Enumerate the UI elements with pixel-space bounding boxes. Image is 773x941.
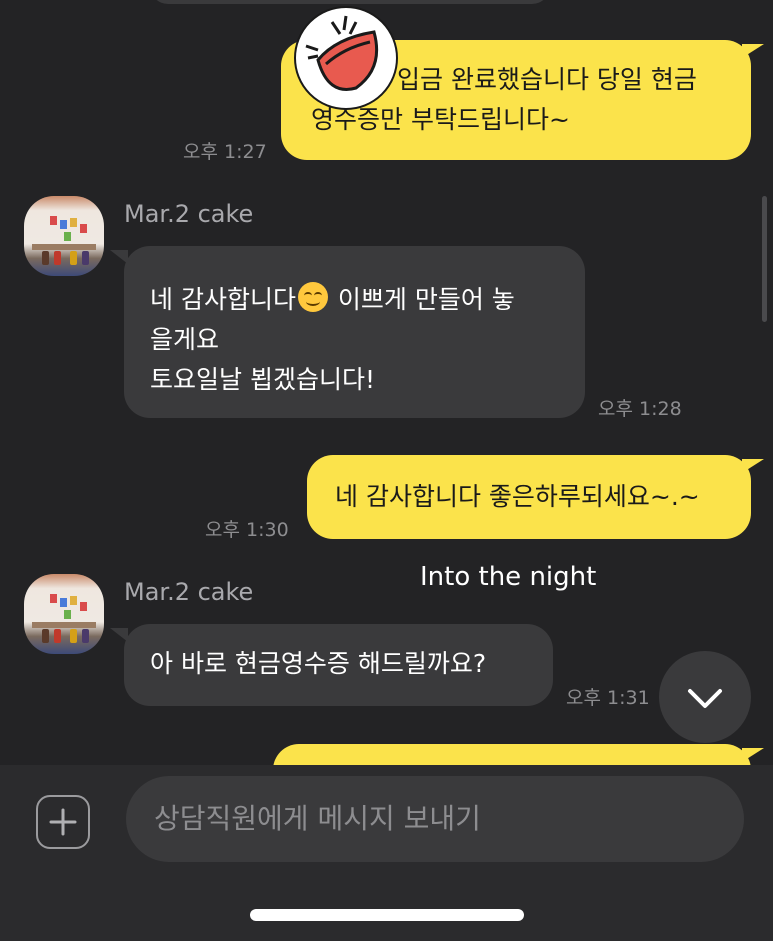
message-time: 오후 1:27: [183, 141, 267, 163]
message-text-line: 토요일날 뵙겠습니다!: [150, 365, 375, 394]
smiling-face-emoji-icon: [297, 282, 328, 312]
bubble-tail: [742, 459, 764, 473]
chevron-down-icon: [688, 689, 722, 708]
message-input[interactable]: 상담직원에게 메시지 보내기: [126, 776, 744, 862]
plus-icon: [49, 808, 77, 836]
home-indicator[interactable]: [250, 909, 524, 921]
message-text-line: 을게요: [150, 325, 220, 354]
bubble-tail: [110, 250, 128, 264]
message-text-line: 아 바로 현금영수증 해드릴까요?: [150, 649, 487, 678]
avatar[interactable]: [24, 574, 104, 654]
input-placeholder: 상담직원에게 메시지 보내기: [154, 802, 481, 835]
message-text-line: 입금 완료했습니다 당일 현금: [397, 65, 697, 94]
message-text-line: 네 감사합니다 좋은하루되세요~.~: [335, 482, 700, 511]
message-text-line: 네 감사합니다 이쁘게 만들어 놓: [150, 280, 515, 320]
scroll-to-bottom-button[interactable]: [659, 651, 751, 743]
sender-name: Mar.2 cake: [124, 200, 254, 228]
outgoing-message-bubble[interactable]: [273, 744, 751, 765]
laughing-sticker-icon[interactable]: [294, 6, 398, 110]
incoming-message-bubble[interactable]: 네 감사합니다 이쁘게 만들어 놓 을게요 토요일날 뵙겠습니다!: [124, 246, 585, 418]
message-time: 오후 1:30: [205, 519, 289, 541]
scrollbar[interactable]: [762, 196, 767, 322]
message-time: 오후 1:31: [566, 687, 650, 709]
sender-name: Mar.2 cake: [124, 578, 254, 606]
chat-area[interactable]: 입금 완료했습니다 당일 현금 영수증만 부탁드립니다~ 오후 1:27 Mar…: [0, 0, 773, 765]
avatar[interactable]: [24, 196, 104, 276]
outgoing-message-bubble[interactable]: 네 감사합니다 좋은하루되세요~.~: [307, 455, 751, 539]
message-time: 오후 1:28: [598, 398, 682, 420]
bubble-tail: [742, 44, 764, 58]
previous-message-bubble: [150, 0, 550, 4]
overlay-caption: Into the night: [420, 562, 597, 592]
attach-button[interactable]: [36, 795, 90, 849]
bubble-tail: [742, 748, 764, 762]
incoming-message-bubble[interactable]: 아 바로 현금영수증 해드릴까요?: [124, 624, 553, 706]
bubble-tail: [110, 628, 128, 642]
